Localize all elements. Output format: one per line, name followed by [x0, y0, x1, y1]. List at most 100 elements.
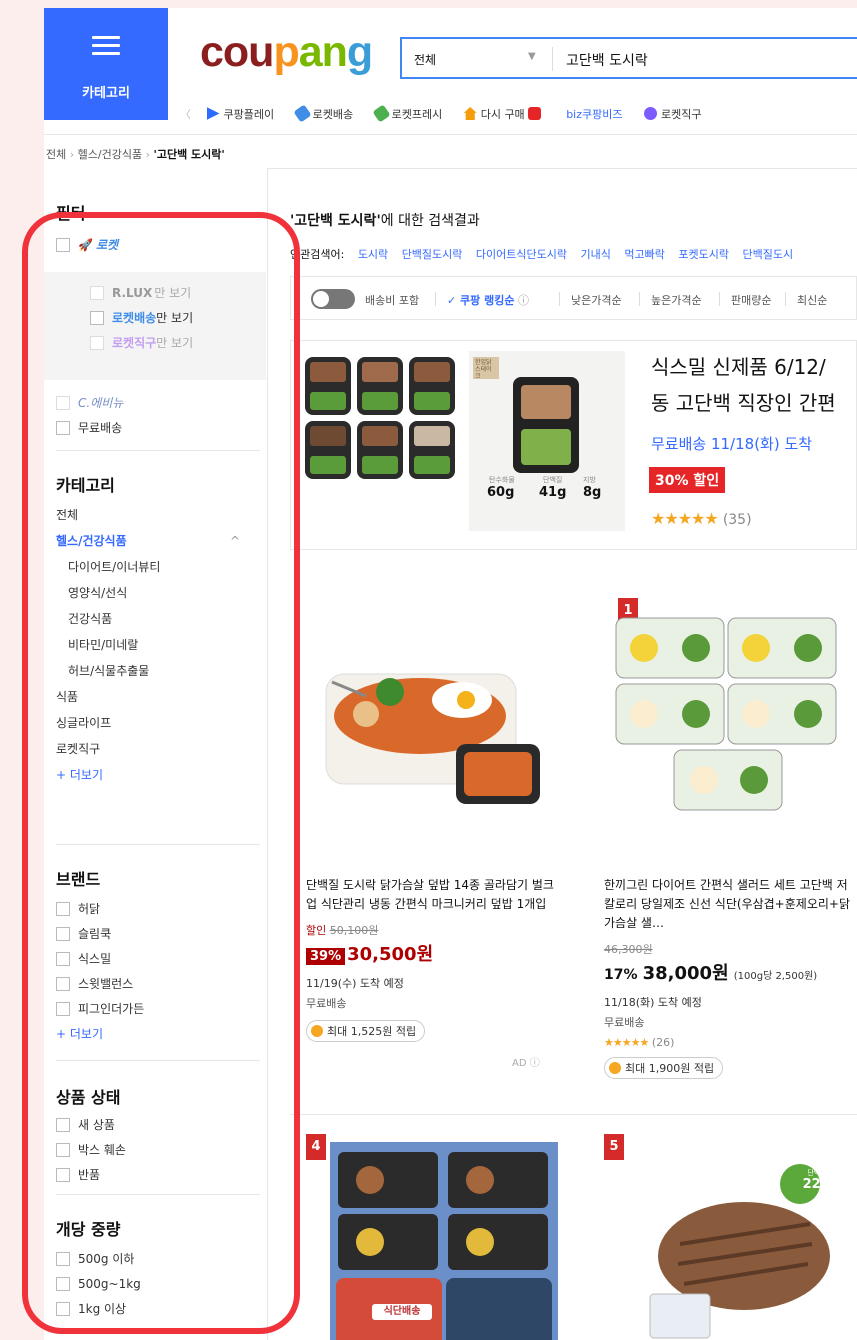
sale-price: 39% 30,500원 — [306, 940, 566, 966]
chevron-down-icon[interactable]: ▼ — [528, 51, 536, 62]
coin-icon — [609, 1062, 621, 1074]
product-name[interactable]: 한끼그린 다이어트 간편식 샐러드 세트 고단백 저칼로리 당일제조 신선 식단… — [604, 876, 852, 933]
filter-free-shipping[interactable]: 무료배송 — [56, 415, 266, 440]
related-keyword[interactable]: 단백질도시 — [742, 248, 793, 261]
breadcrumb-health[interactable]: 헬스/건강식품 — [78, 148, 142, 161]
sort-sales[interactable]: 판매량순 — [731, 292, 771, 308]
filter-rocket-direct[interactable]: 로켓직구 만 보기 — [90, 330, 300, 355]
category-single[interactable]: 싱글라이프 — [56, 710, 266, 736]
ad-product-image[interactable] — [305, 357, 455, 479]
related-keyword[interactable]: 먹고빠락 — [624, 248, 664, 261]
nav-item-rebuy[interactable]: 다시 구매 — [463, 106, 545, 122]
brand-checkbox[interactable]: 식스밀 — [56, 946, 266, 971]
shipping-toggle-label: 배송비 포함 — [365, 294, 420, 307]
category-nutrition[interactable]: 영양식/선식 — [56, 580, 266, 606]
chevron-left-icon[interactable]: 〈 — [180, 106, 191, 122]
top-nav: 〈 쿠팡플레이 로켓배송 로켓프레시 다시 구매 biz쿠팡비즈 로켓직구 — [180, 104, 719, 126]
points-badge: 최대 1,525원 적립 — [306, 1020, 566, 1042]
filter-rocket[interactable]: 🚀 로켓 — [56, 232, 266, 257]
info-icon[interactable]: ⓘ — [514, 294, 529, 307]
brand-checkbox[interactable]: 스윗밸런스 — [56, 971, 266, 996]
shipping-info: 무료배송 — [306, 997, 347, 1010]
search-scope-select[interactable]: 전체 — [414, 51, 436, 68]
nav-item-rocket-direct[interactable]: 로켓직구 — [643, 106, 701, 122]
category-direct[interactable]: 로켓직구 — [56, 736, 266, 762]
ad-label[interactable]: AD ⓘ — [512, 1054, 566, 1069]
nav-item-biz[interactable]: biz쿠팡비즈 — [566, 106, 622, 122]
sort-newest[interactable]: 최신순 — [797, 292, 827, 308]
nutrition-fat: 8g — [583, 485, 602, 500]
filter-rocket-delivery[interactable]: 로켓배송 만 보기 — [90, 305, 300, 330]
star-rating-icon: ★★★★★ — [604, 1036, 649, 1049]
play-icon — [206, 107, 220, 120]
nav-item-coupang-play[interactable]: 쿠팡플레이 — [206, 106, 274, 122]
sort-high-price[interactable]: 높은가격순 — [651, 292, 702, 308]
product-rating: ★★★★★ (26) — [604, 1036, 675, 1049]
category-herb[interactable]: 허브/식물추출물 — [56, 658, 266, 684]
category-menu-button[interactable]: 카테고리 — [44, 8, 168, 120]
product-tag-image: 한입닭 스테이크 — [473, 357, 499, 379]
search-input[interactable]: 고단백 도시락 — [566, 50, 648, 70]
sort-ranking[interactable]: ✓ 쿠팡 랭킹순 ⓘ — [447, 292, 529, 308]
filter-rlux[interactable]: R.LUX 만 보기 — [90, 280, 300, 305]
sale-price: 17% 38,000원 (100g당 2,500원) — [604, 963, 818, 984]
category-vitamin[interactable]: 비타민/미네랄 — [56, 632, 266, 658]
category-more-link[interactable]: + 더보기 — [56, 762, 266, 788]
shipping-toggle[interactable] — [311, 289, 355, 309]
search-bar: 전체 ▼ 고단백 도시락 — [400, 37, 857, 79]
nutrition-carb: 60g — [487, 485, 515, 500]
nav-item-rocket-delivery[interactable]: 로켓배송 — [293, 104, 353, 123]
category-diet[interactable]: 다이어트/이너뷰티 — [56, 554, 266, 580]
condition-checkbox[interactable]: 박스 훼손 — [56, 1137, 266, 1162]
brand-checkbox[interactable]: 피그인더가든 — [56, 996, 266, 1021]
coupang-logo[interactable]: coupang — [200, 28, 373, 77]
meal-box-label: 식단배송 — [372, 1304, 432, 1320]
product-name[interactable]: 단백질 도시락 닭가슴살 덮밥 14종 골라담기 벌크업 식단관리 냉동 간편식… — [306, 876, 560, 914]
brand-checkbox[interactable]: 허닭 — [56, 896, 266, 921]
related-keyword[interactable]: 단백질도시락 — [402, 248, 463, 261]
weight-checkbox[interactable]: 1kg 이상 — [56, 1296, 266, 1321]
page: 카테고리 coupang 전체 ▼ 고단백 도시락 〈 쿠팡플레이 로켓배송 로… — [0, 0, 857, 1340]
chevron-up-icon[interactable]: ^ — [230, 528, 240, 554]
related-keyword[interactable]: 다이어트식단도시락 — [476, 248, 567, 261]
new-badge-icon — [527, 107, 541, 120]
condition-checkbox[interactable]: 반품 — [56, 1162, 266, 1187]
product-image[interactable] — [306, 588, 566, 836]
category-food[interactable]: 식품 — [56, 684, 266, 710]
condition-title: 상품 상태 — [56, 1088, 121, 1107]
home-icon — [463, 107, 477, 120]
results-title: '고단백 도시락'에 대한 검색결과 — [290, 213, 480, 229]
weight-checkbox[interactable]: 500g~1kg — [56, 1271, 266, 1296]
brand-more-link[interactable]: + 더보기 — [56, 1021, 266, 1047]
ad-meal-image[interactable]: 한입닭 스테이크 탄수화물 단백질 지방 60g 41g 8g — [469, 351, 625, 531]
ad-product-card[interactable]: 한입닭 스테이크 탄수화물 단백질 지방 60g 41g 8g 식스밀 신제품 … — [290, 340, 857, 550]
category-list: 전체 헬스/건강식품 ^ 다이어트/이너뷰티 영양식/선식 건강식품 비타민/미네… — [56, 502, 266, 788]
brand-list: 허닭 슬림쿡 식스밀 스윗밸런스 피그인더가든 + 더보기 — [56, 896, 266, 1047]
check-icon: ✓ — [447, 294, 461, 307]
category-health[interactable]: 헬스/건강식품 ^ — [56, 528, 266, 554]
meal-box-image[interactable] — [330, 1142, 558, 1340]
product-card[interactable]: 단백질 도시락 닭가슴살 덮밥 14종 골라담기 벌크업 식단관리 냉동 간편식… — [306, 588, 566, 1069]
product-image[interactable] — [604, 588, 857, 836]
condition-checkbox[interactable]: 새 상품 — [56, 1112, 266, 1137]
bowl-image — [325, 673, 540, 804]
weight-checkbox[interactable]: 500g 이하 — [56, 1246, 266, 1271]
category-all[interactable]: 전체 — [56, 502, 266, 528]
related-keyword[interactable]: 기내식 — [581, 248, 611, 261]
arrival-date: 11/19(수) 도착 예정 — [306, 977, 404, 990]
brand-checkbox[interactable]: 슬림쿡 — [56, 921, 266, 946]
related-keywords: 연관검색어: 도시락 단백질도시락 다이어트식단도시락 기내식 먹고빠락 포켓도… — [290, 248, 794, 261]
filter-c-avenue[interactable]: C.에비뉴 — [56, 390, 266, 415]
rocket-icon: 🚀 — [78, 237, 93, 252]
product-card[interactable]: 1 한끼그린 다이어트 간편식 샐러드 세트 고단백 저칼로리 당일제조 신선 … — [604, 588, 857, 1079]
related-keyword[interactable]: 포켓도시락 — [678, 248, 729, 261]
nav-item-rocket-fresh[interactable]: 로켓프레시 — [372, 104, 442, 123]
ad-product-name[interactable]: 식스밀 신제품 6/12/동 고단백 직장인 간편 — [651, 349, 836, 421]
filter-title: 필터 — [56, 204, 86, 223]
related-keyword[interactable]: 도시락 — [358, 248, 388, 261]
salad-image — [615, 617, 837, 811]
category-healthfood[interactable]: 건강식품 — [56, 606, 266, 632]
sort-low-price[interactable]: 낮은가격순 — [571, 292, 622, 308]
arrival-date: 11/18(화) 도착 예정 — [604, 996, 702, 1009]
breadcrumb-all[interactable]: 전체 — [46, 148, 66, 161]
